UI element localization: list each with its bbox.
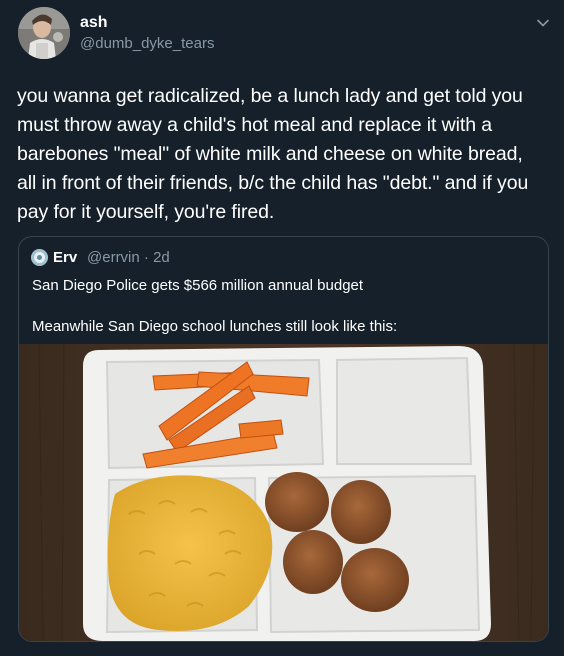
quoted-media-image[interactable] [19, 344, 548, 641]
avatar-photo [18, 7, 70, 59]
tweet-card: ash @dumb_dyke_tears you wanna get radic… [0, 0, 564, 656]
quoted-author-name[interactable]: Erv [53, 249, 77, 266]
author-handle[interactable]: @dumb_dyke_tears [80, 35, 214, 52]
chevron-down-icon[interactable] [536, 16, 550, 30]
avatar[interactable] [18, 7, 70, 59]
tweet-text: you wanna get radicalized, be a lunch la… [17, 85, 529, 223]
quoted-avatar[interactable] [31, 249, 48, 266]
lunch-tray-photo [19, 344, 548, 641]
author-name[interactable]: ash [80, 14, 108, 32]
quoted-text-line-2: Meanwhile San Diego school lunches still… [32, 318, 398, 335]
quoted-tweet[interactable]: Erv @errvin · 2d San Diego Police gets $… [18, 236, 549, 642]
quoted-text-line-1: San Diego Police gets $566 million annua… [32, 277, 364, 294]
quoted-author-handle[interactable]: @errvin · 2d [87, 249, 170, 266]
quoted-avatar-photo [31, 249, 48, 266]
